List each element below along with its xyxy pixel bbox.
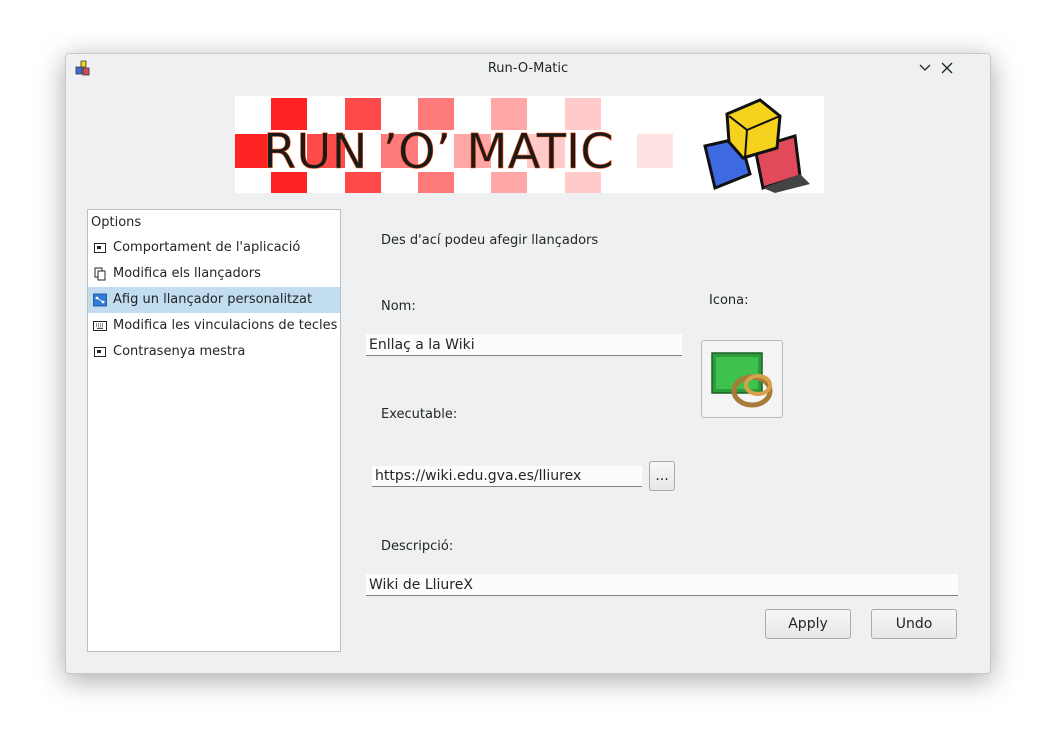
banner-logo-text: RUN ’O’ MATIC xyxy=(263,124,614,180)
copy-icon xyxy=(94,267,106,281)
option-comportament[interactable]: Comportament de l'aplicació xyxy=(88,235,340,261)
name-input[interactable] xyxy=(366,334,682,356)
apply-button[interactable]: Apply xyxy=(765,609,851,639)
executable-input[interactable] xyxy=(372,466,642,487)
description-label: Descripció: xyxy=(381,539,454,554)
window-icon xyxy=(94,243,106,253)
description-input[interactable] xyxy=(366,574,958,596)
close-icon[interactable] xyxy=(938,59,956,77)
option-contrasenya-mestra[interactable]: Contrasenya mestra xyxy=(88,339,340,365)
option-label: Afig un llançador personalitzat xyxy=(113,292,313,307)
network-icon xyxy=(93,293,107,307)
launcher-icon-button[interactable] xyxy=(701,340,783,418)
window-icon xyxy=(94,347,106,357)
option-label: Contrasenya mestra xyxy=(113,344,246,359)
executable-label: Executable: xyxy=(381,407,458,422)
options-header: Options xyxy=(91,215,142,230)
option-modifica-llancadors[interactable]: Modifica els llançadors xyxy=(88,261,340,287)
option-vinculacions-tecles[interactable]: Modifica les vinculacions de tecles xyxy=(88,313,340,339)
undo-button[interactable]: Undo xyxy=(871,609,957,639)
main-window: Run-O-Matic RUN ’O’ MATIC Options Compor… xyxy=(65,53,991,674)
option-afig-llancador[interactable]: Afig un llançador personalitzat xyxy=(88,287,340,313)
name-label: Nom: xyxy=(381,299,416,314)
icon-label: Icona: xyxy=(709,293,749,308)
link-launcher-icon xyxy=(711,352,773,408)
titlebar[interactable]: Run-O-Matic xyxy=(66,54,990,82)
options-panel: Options Comportament de l'aplicació Modi… xyxy=(87,209,341,652)
minimize-chevron-icon[interactable] xyxy=(916,59,934,77)
option-label: Comportament de l'aplicació xyxy=(113,240,301,255)
keyboard-icon xyxy=(93,321,107,331)
window-title: Run-O-Matic xyxy=(487,61,569,76)
option-label: Modifica els llançadors xyxy=(113,266,261,281)
option-label: Modifica les vinculacions de tecles xyxy=(113,318,338,333)
intro-text: Des d'ací podeu afegir llançadors xyxy=(381,233,599,248)
run-o-matic-banner: RUN ’O’ MATIC xyxy=(235,96,824,193)
browse-button[interactable]: ... xyxy=(649,461,675,491)
